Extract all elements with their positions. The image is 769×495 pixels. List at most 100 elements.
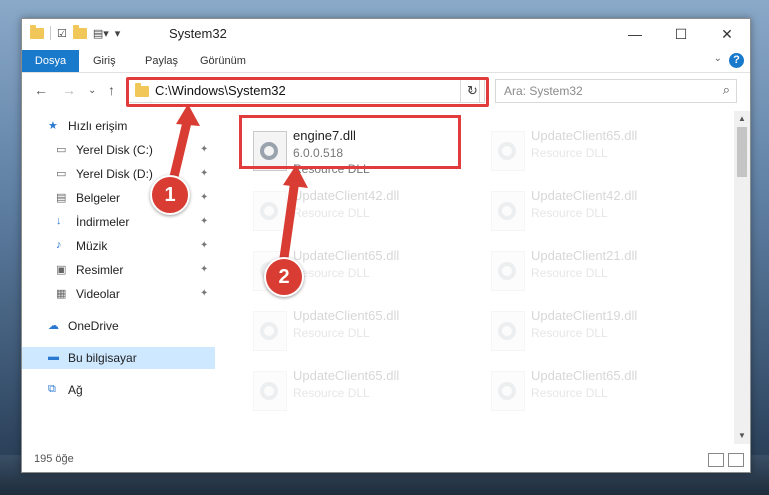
sidebar-item-label: OneDrive [68, 319, 119, 333]
gear-icon [498, 142, 516, 160]
properties-icon[interactable]: ☑ [57, 27, 67, 40]
file-name: UpdateClient65.dll [293, 248, 400, 263]
view-buttons [708, 453, 744, 467]
sidebar-item[interactable]: ↓ İndirmeler ✦ [22, 211, 215, 233]
search-box[interactable]: Ara: System32 ⌕ [495, 79, 737, 103]
file-type: Resource DLL [293, 266, 370, 280]
file-name: UpdateClient65.dll [531, 128, 638, 143]
dll-file-icon [491, 131, 525, 171]
large-icons-view-icon[interactable] [728, 453, 744, 467]
close-button[interactable]: ✕ [704, 19, 750, 50]
pin-icon[interactable]: ✦ [200, 264, 208, 275]
search-icon: ⌕ [722, 82, 730, 97]
file-item[interactable]: UpdateClient21.dll Resource DLL [478, 239, 688, 297]
sidebar-item[interactable]: ★ Hızlı erişim [22, 115, 215, 137]
navigation-bar: ← → ⌄ ↑ C:\Windows\System32 ⌄ ↻ Ara: Sys… [22, 73, 750, 109]
sidebar-item[interactable]: ▬ Bu bilgisayar [22, 347, 215, 369]
chevron-down-icon[interactable]: ▾ [115, 27, 121, 40]
navigation-pane: ★ Hızlı erişim ▭ Yerel Disk (C:) ✦ ▭ Yerel Dis… [22, 111, 215, 444]
sidebar-item-label: Videolar [76, 287, 120, 301]
sidebar-item[interactable]: ⧉ Ağ [22, 379, 215, 401]
expand-ribbon-icon[interactable]: ⌄ [714, 53, 722, 64]
cloud-icon: ☁ [48, 320, 59, 332]
gear-icon [498, 322, 516, 340]
back-arrow-icon[interactable]: ← [34, 82, 48, 98]
sidebar-item[interactable]: ▭ Yerel Disk (C:) ✦ [22, 139, 215, 161]
sidebar-item[interactable]: ☁ OneDrive [22, 315, 215, 337]
tab-view[interactable]: Görünüm [200, 50, 246, 72]
vertical-scrollbar[interactable]: ▲ ▼ [734, 111, 750, 444]
sidebar-item-label: İndirmeler [76, 215, 130, 229]
file-name: UpdateClient65.dll [293, 308, 400, 323]
sidebar-item-label: Ağ [68, 383, 83, 397]
callout-badge-2: 2 [264, 257, 304, 297]
dll-file-icon [253, 371, 287, 411]
sidebar-item[interactable]: ▦ Videolar ✦ [22, 283, 215, 305]
dll-file-icon [253, 311, 287, 351]
file-item[interactable]: UpdateClient19.dll Resource DLL [478, 299, 688, 357]
documents-icon: ▤ [56, 192, 67, 204]
pin-icon[interactable]: ✦ [200, 240, 208, 251]
tab-file[interactable]: Dosya [22, 50, 79, 72]
sidebar-item-label: Resimler [76, 263, 124, 277]
minimize-button[interactable]: — [612, 19, 658, 50]
file-item[interactable]: UpdateClient65.dll Resource DLL [240, 299, 450, 357]
file-type: Resource DLL [293, 326, 370, 340]
pin-icon[interactable]: ✦ [200, 288, 208, 299]
pin-icon[interactable]: ✦ [200, 192, 208, 203]
computer-icon: ▬ [48, 351, 59, 363]
address-highlight-box [126, 77, 489, 107]
recent-locations-icon[interactable]: ⌄ [88, 85, 96, 96]
pin-icon[interactable]: ✦ [200, 144, 208, 155]
file-type: Resource DLL [293, 386, 370, 400]
forward-arrow-icon[interactable]: → [62, 82, 76, 98]
download-icon: ↓ [56, 215, 62, 227]
file-type: Resource DLL [293, 206, 370, 220]
file-type: Resource DLL [531, 206, 608, 220]
search-input[interactable]: Ara: System32 [504, 84, 583, 98]
dll-file-icon [491, 311, 525, 351]
pin-icon[interactable]: ✦ [200, 168, 208, 179]
sidebar-item-label: Müzik [76, 239, 108, 253]
gear-icon [498, 382, 516, 400]
file-item[interactable]: UpdateClient65.dll Resource DLL [478, 359, 688, 417]
new-folder-icon[interactable] [72, 24, 87, 39]
sidebar-item[interactable]: ♪ Müzik ✦ [22, 235, 215, 257]
sidebar-item-label: Belgeler [76, 191, 121, 205]
file-name: UpdateClient65.dll [293, 368, 400, 383]
item-count: 195 öğe [34, 453, 74, 465]
tab-share[interactable]: Paylaş [145, 50, 178, 72]
file-name: UpdateClient42.dll [531, 188, 638, 203]
details-view-icon[interactable] [708, 453, 724, 467]
sidebar-item-label: Hızlı erişim [68, 119, 128, 133]
videos-icon: ▦ [56, 288, 67, 300]
file-type: Resource DLL [531, 266, 608, 280]
dll-file-icon [491, 371, 525, 411]
sidebar-item[interactable]: ▭ Yerel Disk (D:) ✦ [22, 163, 215, 185]
up-arrow-icon[interactable]: ↑ [108, 82, 115, 98]
status-bar: 195 öğe [22, 448, 750, 472]
customize-toolbar-icon[interactable]: ▤▾ [93, 27, 109, 40]
maximize-button[interactable]: ☐ [658, 19, 704, 50]
window-title: System32 [169, 26, 227, 41]
dll-file-icon [491, 191, 525, 231]
file-item[interactable]: UpdateClient42.dll Resource DLL [240, 179, 450, 237]
file-item[interactable]: UpdateClient42.dll Resource DLL [478, 179, 688, 237]
file-name: UpdateClient65.dll [531, 368, 638, 383]
file-name: UpdateClient42.dll [293, 188, 400, 203]
sidebar-item[interactable]: ▣ Resimler ✦ [22, 259, 215, 281]
file-item[interactable]: UpdateClient65.dll Resource DLL [240, 359, 450, 417]
help-icon[interactable]: ? [729, 53, 744, 68]
scroll-up-icon[interactable]: ▲ [734, 111, 750, 127]
gear-icon [260, 382, 278, 400]
tab-home[interactable]: Giriş [93, 50, 116, 72]
file-item[interactable]: UpdateClient65.dll Resource DLL [478, 119, 688, 177]
scroll-down-icon[interactable]: ▼ [734, 428, 750, 444]
scrollbar-thumb[interactable] [737, 127, 747, 177]
gear-icon [260, 202, 278, 220]
gear-icon [498, 262, 516, 280]
pictures-icon: ▣ [56, 264, 67, 276]
pin-icon[interactable]: ✦ [200, 216, 208, 227]
file-name: UpdateClient19.dll [531, 308, 638, 323]
title-bar: ☑ ▤▾ ▾ System32 — ☐ ✕ [22, 19, 750, 50]
